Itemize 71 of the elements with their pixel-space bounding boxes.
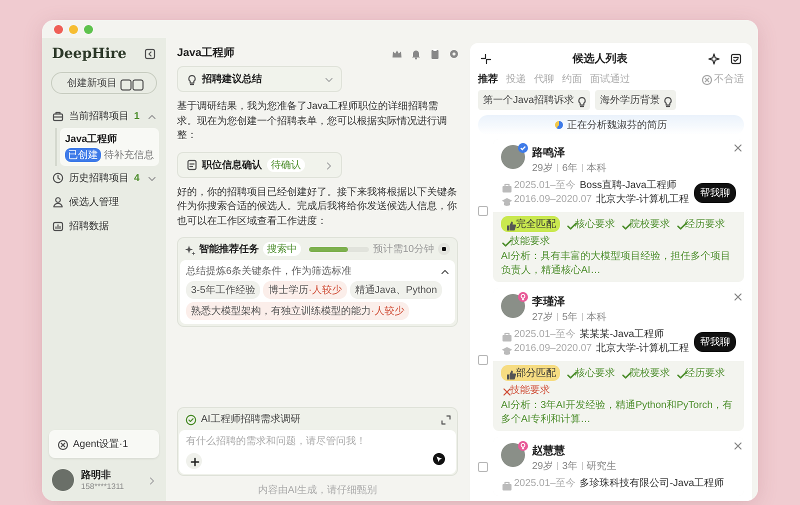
chat-button[interactable]: 帮我聊 — [694, 332, 736, 352]
meta-text: 3年 — [562, 460, 578, 473]
job-confirm-card[interactable]: 职位信息确认 待确认 — [177, 152, 342, 178]
nav-item[interactable]: 候选人管理 — [49, 190, 159, 214]
condition-tag: 熟悉大模型架构，有独立训练模型的能力·人较少 — [186, 302, 410, 320]
project-title: Java工程师 — [65, 132, 118, 146]
nav-item[interactable]: 当前招聘项目 1 — [49, 104, 159, 128]
requirement-label: 核心要求 — [566, 217, 615, 231]
requirement-label: 院校要求 — [621, 217, 670, 231]
meta-text: 29岁 — [532, 162, 554, 175]
filter-chip[interactable]: 海外学历背景 — [595, 90, 676, 110]
date-range: 2016.09–2020.07 — [514, 193, 592, 207]
status-badge: 已创建 — [65, 148, 101, 162]
meta-text: 研究生 — [586, 460, 617, 473]
chat-button[interactable]: 帮我聊 — [694, 183, 736, 203]
project-title: Java工程师 — [177, 46, 234, 60]
history-text: 某某某-Java工程师 — [580, 328, 664, 342]
meta-text: 5年 — [562, 311, 578, 324]
candidate-name: 李瑾泽 — [532, 294, 566, 309]
count-label: 4 — [134, 172, 140, 184]
condition-tag: 3-5年工作经验 — [186, 281, 260, 299]
history-text: 北京大学-计算机工程 — [596, 342, 690, 356]
match-badge: 部分匹配 — [501, 365, 560, 381]
meta-text: 6年 — [562, 162, 578, 175]
requirement-label: 经历要求 — [676, 366, 725, 380]
match-badge: 完全匹配 — [501, 216, 560, 232]
history-text: Boss直聘-Java工程师 — [580, 179, 676, 193]
candidate-name: 赵慧慧 — [532, 444, 566, 458]
count-label: 1 — [134, 110, 140, 122]
meta-text: 本科 — [586, 162, 607, 175]
project-note: 待补充信息 — [104, 148, 154, 162]
panel-title: 候选人列表 — [571, 52, 628, 66]
status-banner: 正在分析魏淑芬的简历 — [478, 115, 744, 135]
candidate-name: 路鸣泽 — [532, 146, 566, 160]
meta-text: 本科 — [586, 310, 607, 324]
condition-tag: 博士学历·人较少 — [263, 281, 347, 299]
tab[interactable]: 推荐 — [478, 72, 498, 86]
task-title: 智能推荐任务 — [199, 242, 259, 256]
user-phone: 158****1311 — [81, 482, 126, 491]
eta-label: 预计需10分钟 — [372, 242, 434, 256]
history-text: 北京大学-计算机工程 — [596, 193, 690, 207]
date-range: 2025.01–至今 — [514, 179, 576, 193]
meta-text: 27岁 — [532, 310, 554, 324]
disclaimer-text: 内容由AI生成，请仔细甄别 — [256, 484, 378, 497]
nav-item[interactable]: 招聘数据 — [49, 214, 159, 238]
date-range: 2025.01–至今 — [514, 328, 576, 342]
requirement-label: 经历要求 — [676, 217, 725, 231]
status-badge: 待确认 — [267, 158, 305, 172]
date-range: 2016.09–2020.07 — [514, 342, 592, 356]
task-link[interactable]: AI工程师招聘需求调研 — [201, 412, 435, 426]
condition-tag: 精通Java、Python — [350, 281, 442, 299]
nav-item[interactable]: 历史招聘项目 4 — [49, 166, 159, 190]
meta-text: 29岁 — [532, 460, 554, 473]
filter-chip[interactable]: 第一个Java招聘诉求 — [478, 90, 590, 110]
summary-dropdown[interactable]: 招聘建议总结 — [177, 66, 342, 92]
project-item[interactable]: Java工程师 已创建 待补充信息 — [60, 128, 159, 166]
ai-analysis-text: AI分析：3年AI开发经验，精通Python和PyTorch，有多个AI专利和计算… — [501, 399, 734, 426]
date-range: 2025.01–至今 — [514, 477, 576, 491]
task-summary: 总结提炼6条关键条件，作为筛选标准 — [186, 264, 352, 278]
app-logo: DeepHire — [52, 46, 127, 62]
status-badge: 搜索中 — [263, 242, 301, 256]
message-text: 基于调研结果，我为您准备了Java工程师职位的详细招聘需求。现在为您创建一个招聘表单，您可以根据实际情况进行调整： — [177, 100, 448, 143]
new-project-button[interactable]: 创建新项目 — [51, 72, 157, 94]
requirement-label: 技能要求 — [501, 383, 550, 397]
ai-analysis-text: AI分析：具有丰富的大模型项目经验，担任多个项目负责人，精通核心AI… — [501, 250, 732, 277]
message-text: 好的，你的招聘项目已经创建好了。接下来我将根据以下关键条件为你搜索合适的候选人。完成后我将给你发送候选人信息，你也可以在工作区域查看工作进度： — [177, 186, 458, 228]
user-name: 路明非 — [81, 468, 112, 482]
history-text: 多珍珠科技有限公司-Java工程师 — [580, 477, 724, 491]
requirement-label: 院校要求 — [621, 366, 670, 380]
agent-settings-button[interactable]: Agent设置·1 — [49, 430, 159, 458]
requirement-label: 核心要求 — [566, 366, 615, 380]
